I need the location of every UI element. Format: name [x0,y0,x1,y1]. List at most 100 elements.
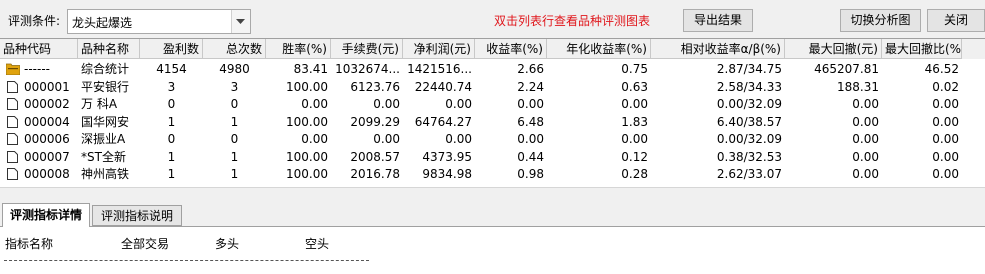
tab-metric-details[interactable]: 评测指标详情 [2,203,90,227]
detail-divider [4,260,369,262]
cell-relative-return: 6.40/38.57 [716,114,782,129]
cell-total: 3 [230,79,239,94]
cell-code: 000008 [24,167,70,181]
cell-return: 0.44 [517,149,544,164]
detail-header-short: 空头 [305,237,330,251]
cell-total: 1 [230,167,239,181]
cell-winrate: 100.00 [286,114,328,129]
table-row[interactable]: 000007 *ST全新 1 1 100.00 2008.57 4373.95 0.44 0.1… [0,148,985,166]
chevron-down-icon[interactable] [231,10,250,33]
cell-return: 0.00 [517,132,544,146]
cell-annual-return: 0.00 [621,132,648,146]
cell-relative-return: 0.00/32.09 [716,97,782,111]
header-col-annual-return[interactable]: 年化收益率(%) [547,39,651,59]
cell-max-drawdown-ratio: 0.00 [932,167,959,181]
cell-profit: 4373.95 [422,149,472,164]
cell-code: 000001 [24,79,70,94]
cell-code: 000004 [24,114,70,129]
cell-return: 2.24 [517,79,544,94]
cell-wins: 0 [167,97,176,111]
tab-metric-description[interactable]: 评测指标说明 [92,205,182,226]
cell-annual-return: 0.00 [621,97,648,111]
panel-splitter[interactable] [0,187,985,202]
cell-max-drawdown: 0.00 [852,167,879,181]
table-row[interactable]: 000004 国华网安 1 1 100.00 2099.29 64764.27 6.48 1.8… [0,113,985,131]
cell-total: 4980 [219,62,250,76]
table-row[interactable]: 000006 深振业A 0 0 0.00 0.00 0.00 0.00 0.00 0.00/32.… [0,130,985,148]
header-col-max-drawdown-ratio[interactable]: 最大回撤比(%) [882,39,962,59]
cell-profit: 1421516... [407,62,472,76]
table-header: 品种代码 品种名称 盈利数 总次数 胜率(%) 手续费(元) 净利润(元) 收益率(%) 年化收… [0,39,985,59]
cell-fee: 0.00 [373,97,400,111]
cell-profit: 64764.27 [414,114,472,129]
cell-max-drawdown-ratio: 0.02 [932,79,959,94]
header-col-fee[interactable]: 手续费(元) [331,39,403,59]
cell-wins: 0 [167,132,176,146]
cell-max-drawdown: 0.00 [852,97,879,111]
header-col-return[interactable]: 收益率(%) [475,39,547,59]
cell-profit: 0.00 [445,97,472,111]
close-button[interactable]: 关闭 [927,9,985,32]
detail-header-metric: 指标名称 [5,237,54,251]
cell-fee: 2099.29 [350,114,400,129]
condition-label: 评测条件: [8,14,61,28]
cell-relative-return: 0.38/32.53 [716,149,782,164]
cell-total: 1 [230,114,239,129]
cell-wins: 4154 [156,62,187,76]
condition-select-value: 龙头起爆选 [72,16,133,30]
cell-max-drawdown: 0.00 [852,149,879,164]
cell-total: 0 [230,132,239,146]
cell-winrate: 0.00 [301,97,328,111]
cell-return: 2.66 [517,62,544,76]
cell-name: *ST全新 [81,149,126,164]
table-row[interactable]: 000008 神州高铁 1 1 100.00 2016.78 9834.98 0.98 0.28… [0,165,985,183]
hint-text: 双击列表行查看品种评测图表 [494,14,651,28]
header-col-wins[interactable]: 盈利数 [140,39,203,59]
header-col-code[interactable]: 品种代码 [0,39,78,59]
header-col-max-drawdown[interactable]: 最大回撤(元) [785,39,882,59]
cell-winrate: 100.00 [286,149,328,164]
cell-name: 神州高铁 [81,167,130,181]
cell-annual-return: 0.63 [621,79,648,94]
cell-name: 国华网安 [81,114,130,129]
table-row[interactable]: 000002 万 科A 0 0 0.00 0.00 0.00 0.00 0.00 0.00/32.… [0,95,985,113]
cell-profit: 9834.98 [422,167,472,181]
cell-name: 综合统计 [81,62,130,76]
cell-wins: 1 [167,167,176,181]
header-col-name[interactable]: 品种名称 [78,39,140,59]
cell-annual-return: 1.83 [621,114,648,129]
header-col-total[interactable]: 总次数 [203,39,266,59]
header-col-profit[interactable]: 净利润(元) [403,39,475,59]
cell-total: 0 [230,97,239,111]
cell-fee: 2016.78 [350,167,400,181]
cell-name: 万 科A [81,97,118,111]
header-col-relative-return[interactable]: 相对收益率α/β(%) [651,39,785,59]
results-table[interactable]: 品种代码 品种名称 盈利数 总次数 胜率(%) 手续费(元) 净利润(元) 收益率(%) 年化收… [0,38,985,187]
cell-wins: 1 [167,149,176,164]
cell-winrate: 100.00 [286,79,328,94]
cell-max-drawdown-ratio: 0.00 [932,97,959,111]
cell-max-drawdown-ratio: 0.00 [932,132,959,146]
cell-max-drawdown: 0.00 [852,114,879,129]
cell-relative-return: 2.58/34.33 [716,79,782,94]
cell-max-drawdown-ratio: 46.52 [924,62,959,76]
cell-code: 000002 [24,97,70,111]
cell-fee: 2008.57 [350,149,400,164]
cell-winrate: 83.41 [293,62,328,76]
cell-return: 0.98 [517,167,544,181]
detail-panel: 指标名称 全部交易 多头 空头 [0,226,985,274]
cell-return: 0.00 [517,97,544,111]
cell-wins: 3 [167,79,176,94]
export-results-button[interactable]: 导出结果 [683,9,753,32]
cell-name: 平安银行 [81,79,130,94]
table-row[interactable]: ------ 综合统计 4154 4980 83.41 1032674... 1421516… [0,60,985,78]
cell-code: 000007 [24,149,70,164]
cell-annual-return: 0.28 [621,167,648,181]
cell-profit: 0.00 [445,132,472,146]
cell-relative-return: 2.87/34.75 [716,62,782,76]
switch-chart-button[interactable]: 切换分析图 [840,9,921,32]
cell-relative-return: 2.62/33.07 [716,167,782,181]
condition-select[interactable]: 龙头起爆选 [67,9,251,34]
table-row[interactable]: 000001 平安银行 3 3 100.00 6123.76 22440.74 2.24 0.6… [0,78,985,96]
header-col-winrate[interactable]: 胜率(%) [266,39,331,59]
